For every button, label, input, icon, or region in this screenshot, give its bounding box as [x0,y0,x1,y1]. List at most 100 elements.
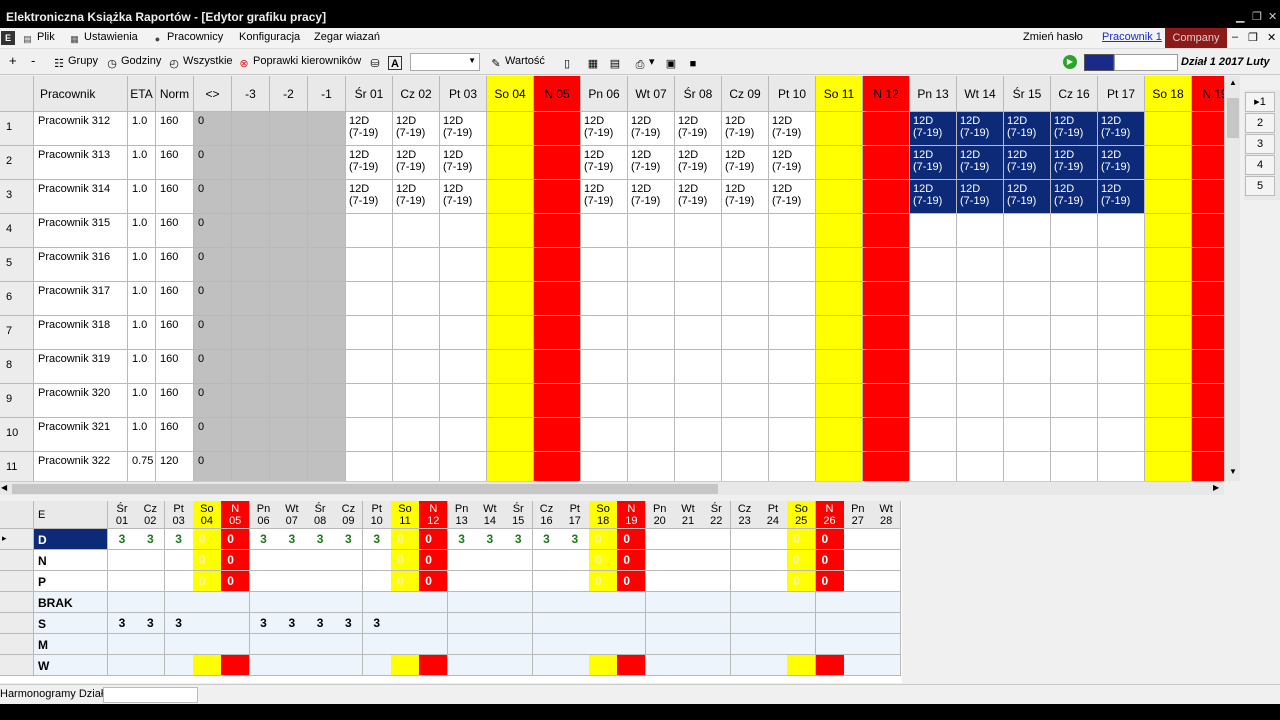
summary-cell[interactable] [334,592,364,613]
summary-cell[interactable] [362,634,392,655]
summary-cell[interactable] [447,571,477,592]
schedule-cell[interactable] [1004,350,1051,384]
schedule-cell[interactable] [1145,316,1192,350]
schedule-cell[interactable] [1004,282,1051,316]
summary-cell[interactable] [702,592,732,613]
summary-cell[interactable]: 0 [589,550,619,571]
summary-cell[interactable] [447,655,477,676]
schedule-cell[interactable] [675,452,722,481]
schedule-cell[interactable] [722,418,769,452]
eta-value[interactable]: 1.0 [128,282,156,316]
schedule-cell[interactable] [1192,180,1224,214]
schedule-cell[interactable]: 12D (7-19) [393,112,440,146]
summary-cell[interactable] [475,613,505,634]
day-header[interactable]: So 11 [816,76,863,112]
summary-cell[interactable] [843,529,873,550]
summary-cell[interactable] [872,613,902,634]
summary-cell[interactable]: 0 [815,550,845,571]
schedule-cell[interactable] [628,452,675,481]
schedule-cell[interactable] [1145,384,1192,418]
mdi-minimize-icon[interactable]: – [1232,31,1238,43]
summary-cell[interactable] [617,592,647,613]
norm-value[interactable]: 160 [156,282,194,316]
summary-row-marker[interactable] [0,613,34,634]
summary-cell[interactable] [249,592,279,613]
schedule-cell[interactable] [675,248,722,282]
day-header[interactable]: Wt 07 [628,76,675,112]
summary-cell[interactable] [730,529,760,550]
schedule-cell[interactable]: 12D (7-19) [393,180,440,214]
schedule-cell[interactable] [581,418,628,452]
schedule-cell[interactable] [957,316,1004,350]
summary-cell[interactable] [645,550,675,571]
schedule-cell[interactable] [675,418,722,452]
summary-cell[interactable] [136,592,166,613]
schedule-cell[interactable] [910,384,957,418]
summary-row-label[interactable]: D [34,529,108,550]
schedule-cell[interactable]: 12D (7-19) [675,180,722,214]
horizontal-scroll-thumb[interactable] [12,484,718,494]
summary-cell[interactable] [702,634,732,655]
schedule-cell[interactable] [581,452,628,481]
schedule-cell[interactable] [722,350,769,384]
summary-cell[interactable] [136,550,166,571]
schedule-cell[interactable] [1098,384,1145,418]
schedule-cell[interactable] [393,248,440,282]
summary-cell[interactable] [560,655,590,676]
summary-cell[interactable] [249,634,279,655]
right-panel-item[interactable]: 2 [1245,113,1275,133]
summary-cell[interactable] [589,592,619,613]
summary-cell[interactable] [475,571,505,592]
summary-cell[interactable] [306,592,336,613]
summary-cell[interactable] [843,655,873,676]
schedule-cell[interactable] [1192,112,1224,146]
summary-cell[interactable] [674,571,703,592]
summary-day-header[interactable]: Wt 07 [277,501,307,529]
summary-row-marker[interactable]: ▸ [0,529,34,550]
summary-cell[interactable] [447,550,477,571]
summary-row-marker[interactable] [0,634,34,655]
summary-cell[interactable]: 3 [532,529,562,550]
summary-cell[interactable] [702,655,732,676]
summary-cell[interactable] [391,592,420,613]
summary-row-label[interactable]: W [34,655,108,676]
schedule-cell[interactable] [393,452,440,481]
summary-cell[interactable] [249,571,279,592]
norm-value[interactable]: 160 [156,112,194,146]
schedule-cell[interactable] [957,350,1004,384]
schedule-cell[interactable]: 12D (7-19) [440,146,487,180]
schedule-cell[interactable] [957,214,1004,248]
schedule-cell[interactable] [816,452,863,481]
summary-cell[interactable]: 0 [787,529,817,550]
eta-value[interactable]: 1.0 [128,180,156,214]
summary-row-marker[interactable] [0,592,34,613]
day-header[interactable]: Śr 08 [675,76,722,112]
schedule-cell[interactable] [1051,418,1098,452]
summary-cell[interactable] [645,655,675,676]
schedule-cell[interactable] [440,316,487,350]
summary-cell[interactable] [674,613,703,634]
summary-day-header[interactable]: Pt 03 [164,501,194,529]
row-number[interactable]: 1 [0,112,34,146]
row-number[interactable]: 7 [0,316,34,350]
summary-cell[interactable] [787,634,817,655]
summary-cell[interactable] [306,550,336,571]
schedule-cell[interactable]: 12D (7-19) [440,112,487,146]
schedule-cell[interactable]: 12D (7-19) [581,146,628,180]
summary-cell[interactable] [504,655,534,676]
row-number[interactable]: 11 [0,452,34,481]
schedule-cell[interactable] [816,112,863,146]
summary-day-header[interactable]: Pt 17 [560,501,590,529]
schedule-cell[interactable] [534,146,581,180]
summary-cell[interactable] [419,634,449,655]
summary-cell[interactable] [674,655,703,676]
minimize-icon[interactable]: ▁ [1236,10,1244,23]
schedule-cell[interactable] [675,316,722,350]
user-link[interactable]: Pracownik 1 [1102,31,1162,43]
schedule-cell[interactable]: 12D (7-19) [1098,112,1145,146]
summary-cell[interactable] [702,529,732,550]
eta-value[interactable]: 1.0 [128,384,156,418]
right-panel-item[interactable]: ▸1 [1245,92,1275,112]
calculator-button[interactable]: ▯ [560,55,576,71]
schedule-cell[interactable] [1004,316,1051,350]
